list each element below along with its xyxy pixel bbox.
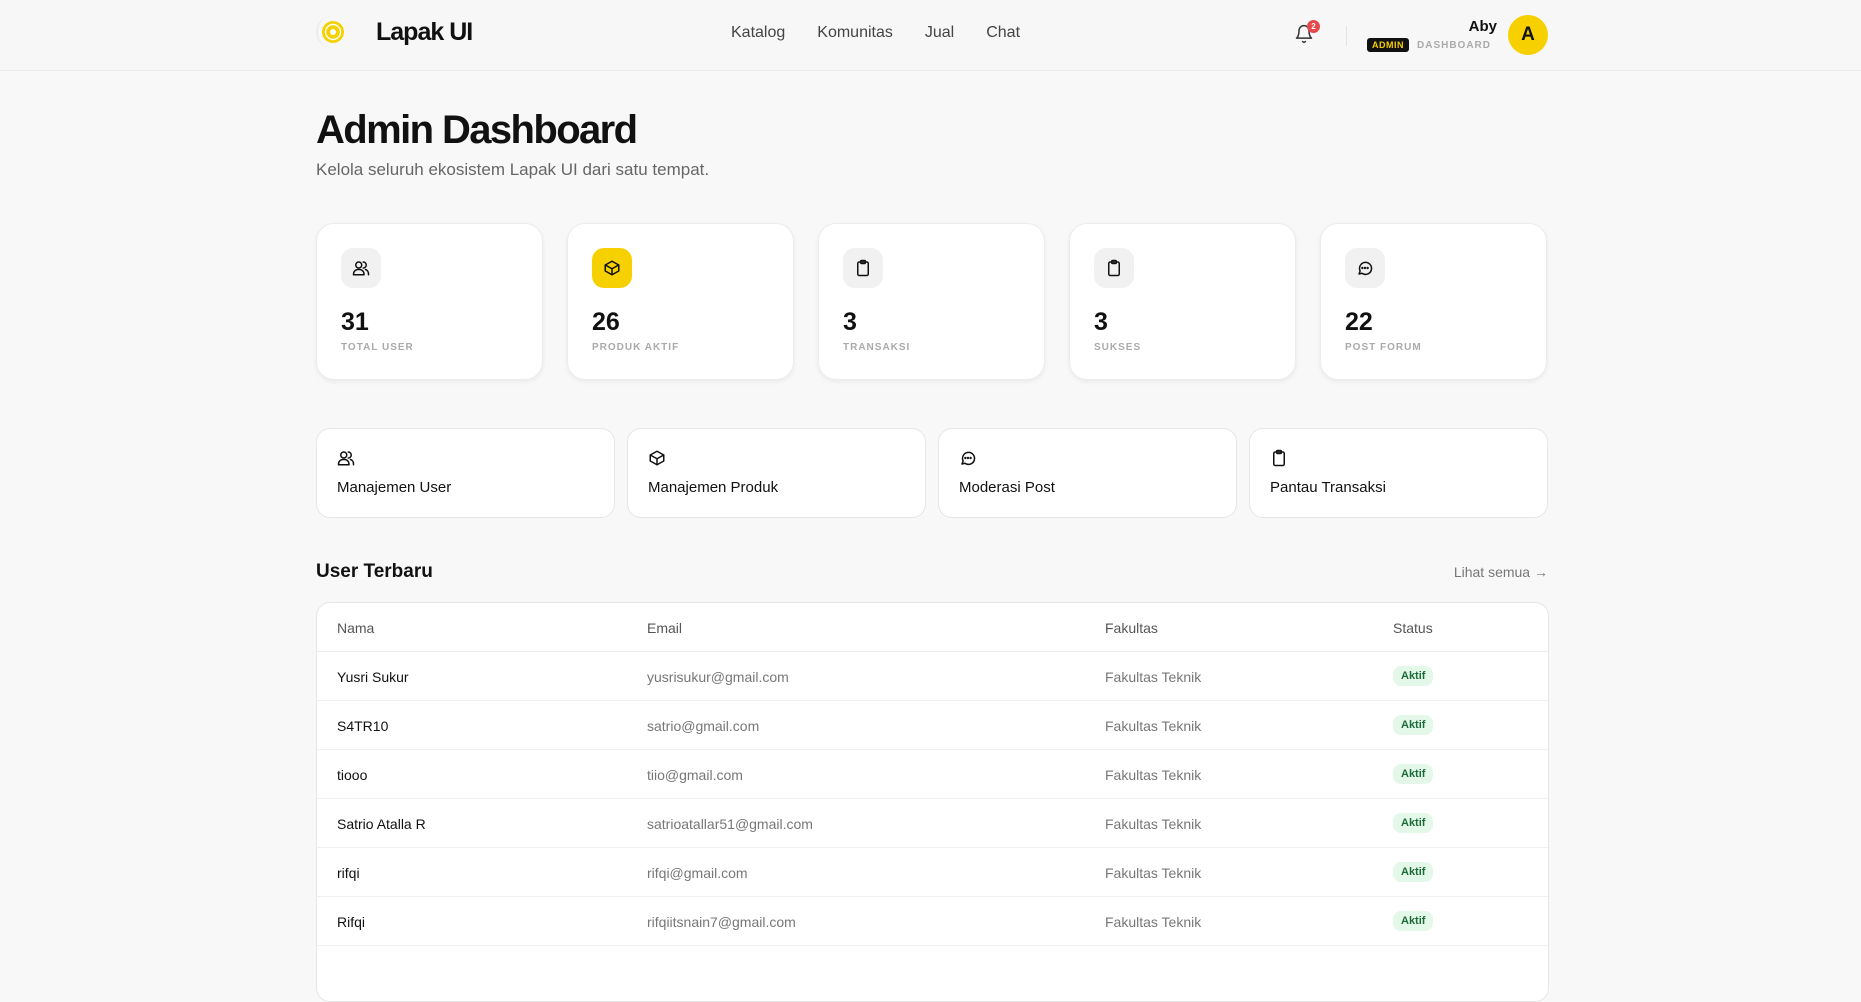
nav-chat[interactable]: Chat bbox=[986, 24, 1020, 42]
stat-value: 3 bbox=[1094, 308, 1108, 336]
user-faculty-cell: Fakultas Teknik bbox=[1105, 914, 1202, 930]
user-name: Aby bbox=[1468, 18, 1497, 35]
action-label: Manajemen Produk bbox=[648, 479, 779, 496]
user-name-cell: tiooo bbox=[337, 767, 368, 783]
user-faculty-cell: Fakultas Teknik bbox=[1105, 669, 1202, 685]
manage-users-button[interactable]: Manajemen User bbox=[316, 428, 615, 518]
stat-label: POST FORUM bbox=[1345, 342, 1422, 353]
column-header-status: Status bbox=[1393, 620, 1433, 636]
user-faculty-cell: Fakultas Teknik bbox=[1105, 816, 1202, 832]
stats-row: 31 TOTAL USER 26 PRODUK AKTIF 3 TRANSAKS… bbox=[316, 223, 1547, 380]
stat-value: 3 bbox=[843, 308, 857, 336]
chat-icon bbox=[961, 451, 976, 466]
column-header-faculty: Fakultas bbox=[1105, 620, 1158, 636]
action-label: Pantau Transaksi bbox=[1270, 479, 1386, 496]
nav-komunitas[interactable]: Komunitas bbox=[817, 24, 893, 42]
role-context: DASHBOARD bbox=[1417, 39, 1491, 51]
users-icon bbox=[337, 451, 355, 466]
recent-users-table: Nama Email Fakultas Status Yusri Sukur y… bbox=[316, 602, 1549, 1002]
stat-value: 31 bbox=[341, 308, 369, 336]
monitor-transactions-button[interactable]: Pantau Transaksi bbox=[1249, 428, 1548, 518]
stat-card-sukses: 3 SUKSES bbox=[1069, 223, 1296, 380]
page-title: Admin Dashboard bbox=[316, 108, 638, 152]
moderate-posts-button[interactable]: Moderasi Post bbox=[938, 428, 1237, 518]
user-name-cell: Rifqi bbox=[337, 914, 366, 930]
user-name-cell: rifqi bbox=[337, 865, 360, 881]
user-name-cell: Yusri Sukur bbox=[337, 669, 409, 685]
table-row[interactable]: S4TR10 satrio@gmail.com Fakultas Teknik … bbox=[317, 701, 1548, 750]
clipboard-icon bbox=[1273, 449, 1285, 467]
see-all-link[interactable]: Lihat semua → bbox=[1454, 564, 1548, 580]
status-badge: Aktif bbox=[1393, 813, 1434, 833]
column-header-email: Email bbox=[647, 620, 683, 636]
user-faculty-cell: Fakultas Teknik bbox=[1105, 767, 1202, 783]
stat-label: PRODUK AKTIF bbox=[592, 342, 680, 353]
status-badge: Aktif bbox=[1393, 911, 1434, 931]
stat-card-produk-aktif: 26 PRODUK AKTIF bbox=[567, 223, 794, 380]
stat-label: SUKSES bbox=[1094, 342, 1142, 353]
brand-name: Lapak UI bbox=[376, 17, 473, 46]
action-label: Manajemen User bbox=[337, 479, 452, 496]
user-email-cell: satrio@gmail.com bbox=[647, 718, 760, 734]
status-badge: Aktif bbox=[1393, 764, 1434, 784]
table-row[interactable]: tiooo tiio@gmail.com Fakultas Teknik Akt… bbox=[317, 750, 1548, 799]
quick-actions: Manajemen User Manajemen Produk Moderasi… bbox=[316, 428, 1548, 518]
user-faculty-cell: Fakultas Teknik bbox=[1105, 865, 1202, 881]
column-header-name: Nama bbox=[337, 620, 375, 636]
manage-products-button[interactable]: Manajemen Produk bbox=[627, 428, 926, 518]
stat-value: 26 bbox=[592, 308, 620, 336]
notification-count-badge: 2 bbox=[1307, 20, 1320, 33]
brand[interactable]: Lapak UI bbox=[316, 16, 473, 48]
stat-label: TOTAL USER bbox=[341, 342, 414, 353]
stat-card-total-user: 31 TOTAL USER bbox=[316, 223, 543, 380]
table-header: Nama Email Fakultas Status bbox=[317, 603, 1548, 652]
user-faculty-cell: Fakultas Teknik bbox=[1105, 718, 1202, 734]
clipboard-icon bbox=[843, 248, 883, 288]
table-row[interactable]: Rifqi rifqiitsnain7@gmail.com Fakultas T… bbox=[317, 897, 1548, 946]
table-row[interactable]: rifqi rifqi@gmail.com Fakultas Teknik Ak… bbox=[317, 848, 1548, 897]
stat-card-transaksi: 3 TRANSAKSI bbox=[818, 223, 1045, 380]
page-subtitle: Kelola seluruh ekosistem Lapak UI dari s… bbox=[316, 160, 710, 179]
avatar[interactable]: A bbox=[1508, 15, 1548, 55]
chat-icon bbox=[1345, 248, 1385, 288]
stat-card-post-forum: 22 POST FORUM bbox=[1320, 223, 1547, 380]
box-icon bbox=[649, 450, 665, 466]
main-nav: Katalog Komunitas Jual Chat bbox=[731, 24, 1052, 42]
role-badge: ADMIN bbox=[1367, 38, 1409, 52]
clipboard-icon bbox=[1094, 248, 1134, 288]
table-row[interactable]: Yusri Sukur yusrisukur@gmail.com Fakulta… bbox=[317, 652, 1548, 701]
action-label: Moderasi Post bbox=[959, 479, 1055, 496]
stat-value: 22 bbox=[1345, 308, 1373, 336]
top-header: Lapak UI Katalog Komunitas Jual Chat 2 A… bbox=[0, 0, 1861, 71]
logo-emblem-icon bbox=[316, 16, 348, 48]
user-email-cell: rifqi@gmail.com bbox=[647, 865, 748, 881]
user-name-cell: Satrio Atalla R bbox=[337, 816, 426, 832]
section-title-recent-users: User Terbaru bbox=[316, 561, 433, 582]
users-icon bbox=[341, 248, 381, 288]
status-badge: Aktif bbox=[1393, 862, 1434, 882]
user-email-cell: rifqiitsnain7@gmail.com bbox=[647, 914, 796, 930]
status-badge: Aktif bbox=[1393, 666, 1434, 686]
user-role: ADMIN DASHBOARD bbox=[1367, 38, 1491, 52]
box-icon bbox=[592, 248, 632, 288]
stat-label: TRANSAKSI bbox=[843, 342, 911, 353]
user-name-cell: S4TR10 bbox=[337, 718, 389, 734]
nav-jual[interactable]: Jual bbox=[925, 24, 954, 42]
header-divider bbox=[1346, 26, 1347, 46]
user-email-cell: tiio@gmail.com bbox=[647, 767, 743, 783]
user-email-cell: satrioatallar51@gmail.com bbox=[647, 816, 813, 832]
status-badge: Aktif bbox=[1393, 715, 1434, 735]
nav-katalog[interactable]: Katalog bbox=[731, 24, 785, 42]
table-row[interactable]: Satrio Atalla R satrioatallar51@gmail.co… bbox=[317, 799, 1548, 848]
user-email-cell: yusrisukur@gmail.com bbox=[647, 669, 789, 685]
